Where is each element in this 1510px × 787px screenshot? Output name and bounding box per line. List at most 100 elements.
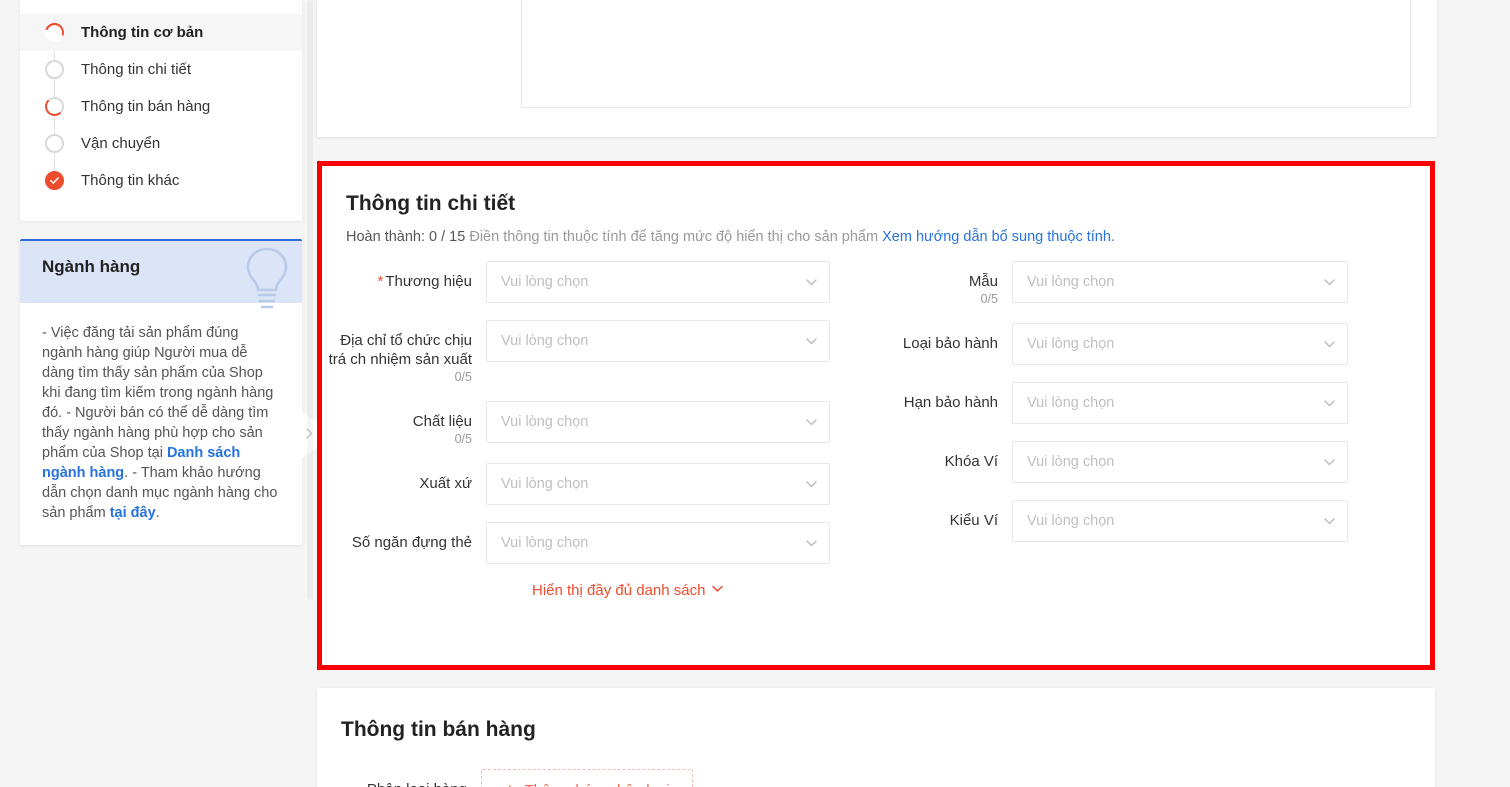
description-textarea[interactable] [521,0,1411,108]
field-label: Hạn bảo hành [903,394,998,411]
field-char-count: 0/5 [454,432,472,446]
chevron-down-icon [805,416,818,429]
select-placeholder: Vui lòng chọn [1027,336,1115,352]
field-chat-lieu: Chất liệu 0/5 Vui lòng chọn [322,401,876,446]
chevron-down-icon [711,582,724,599]
field-label-wrap: Mẫu 0/5 [876,261,1012,306]
select-han-bao-hanh[interactable]: Vui lòng chọn [1012,382,1348,424]
step-label: Thông tin khác [81,172,180,189]
step-status-empty-icon [45,60,64,79]
attribute-column-left: * Thương hiệu Vui lòng chọn Địa chỉ tổ c… [322,261,876,600]
chevron-down-icon [1323,515,1336,528]
tip-paragraph-2-post: . [124,465,129,481]
step-status-partial-icon [41,19,68,46]
select-placeholder: Vui lòng chọn [501,274,589,290]
select-so-ngan-dung-the[interactable]: Vui lòng chọn [486,522,830,564]
field-so-ngan-dung-the: Số ngăn đựng thẻ Vui lòng chọn [322,522,876,564]
step-label: Thông tin chi tiết [81,61,192,78]
field-char-count: 0/5 [454,370,472,384]
completion-count: Hoàn thành: 0 / 15 [346,229,466,245]
step-label: Thông tin cơ bản [81,24,204,41]
page-title: Thông tin chi tiết [346,192,516,215]
add-group-label: Thêm nhóm phân loại [525,782,670,787]
completion-status: Hoàn thành: 0 / 15 Điền thông tin thuộc … [322,229,1430,245]
field-label: Địa chỉ tổ chức chịu trá ch nhiệm sản xu… [328,332,472,368]
field-thuong-hieu: * Thương hiệu Vui lòng chọn [322,261,876,303]
field-label: Kiểu Ví [949,512,998,529]
sales-information-card: Thông tin bán hàng Phân loại hàng + Thêm… [317,688,1435,787]
attribute-guide-link[interactable]: Xem hướng dẫn bổ sung thuộc tính. [882,229,1115,245]
sidebar-step-van-chuyen[interactable]: Vận chuyển [20,125,302,162]
sidebar-step-thong-tin-ban-hang[interactable]: Thông tin bán hàng [20,88,302,125]
sidebar-step-thong-tin-co-ban[interactable]: Thông tin cơ bản [20,14,302,51]
attribute-column-right: Mẫu 0/5 Vui lòng chọn Loại bảo hành Vui … [876,261,1430,600]
completion-hint: Điền thông tin thuộc tính để tăng mức độ… [465,229,883,245]
here-link[interactable]: tại đây [110,505,156,521]
field-label-wrap: * Thương hiệu [322,261,486,291]
select-chat-lieu[interactable]: Vui lòng chọn [486,401,830,443]
select-xuat-xu[interactable]: Vui lòng chọn [486,463,830,505]
chevron-down-icon [1323,338,1336,351]
field-xuat-xu: Xuất xứ Vui lòng chọn [322,463,876,505]
step-navigation-card: Thông tin cơ bản Thông tin chi tiết Thôn… [20,0,302,221]
select-placeholder: Vui lòng chọn [1027,513,1115,529]
field-char-count: 0/5 [980,292,998,306]
step-status-empty-icon [45,134,64,153]
product-edit-page: Thông tin cơ bản Thông tin chi tiết Thôn… [0,0,1510,787]
select-mau[interactable]: Vui lòng chọn [1012,261,1348,303]
field-label: Chất liệu [412,413,472,430]
chevron-down-icon [805,537,818,550]
select-placeholder: Vui lòng chọn [1027,395,1115,411]
chevron-down-icon [805,276,818,289]
field-label: Thương hiệu [385,273,472,290]
field-label-wrap: Xuất xứ [322,463,486,493]
show-all-attributes-button[interactable]: Hiển thị đầy đủ danh sách [532,582,724,599]
field-label: Số ngăn đựng thẻ [351,534,472,551]
select-kieu-vi[interactable]: Vui lòng chọn [1012,500,1348,542]
sidebar-scrollbar[interactable] [307,0,313,787]
field-khoa-vi: Khóa Ví Vui lòng chọn [876,441,1430,483]
field-label-wrap: Khóa Ví [876,441,1012,471]
select-dia-chi-to-chuc[interactable]: Vui lòng chọn [486,320,830,362]
select-placeholder: Vui lòng chọn [501,535,589,551]
sidebar-step-thong-tin-khac[interactable]: Thông tin khác [20,162,302,199]
detail-section-highlight: Thông tin chi tiết Hoàn thành: 0 / 15 Đi… [317,161,1435,670]
tip-paragraph-3-post: . [155,505,160,521]
lightbulb-icon [236,243,298,320]
main-content: Thông tin chi tiết Hoàn thành: 0 / 15 Đi… [317,0,1437,787]
tip-card-header: Ngành hàng [20,241,302,309]
plus-icon: + [504,781,515,787]
add-variation-group-button[interactable]: + Thêm nhóm phân loại [481,769,693,787]
left-sidebar: Thông tin cơ bản Thông tin chi tiết Thôn… [20,0,317,545]
field-kieu-vi: Kiểu Ví Vui lòng chọn [876,500,1430,542]
variation-row: Phân loại hàng + Thêm nhóm phân loại [317,769,1435,787]
step-list: Thông tin cơ bản Thông tin chi tiết Thôn… [20,14,302,199]
category-tip-card: Ngành hàng - Việc đăng tải sản phẩm đúng… [20,239,302,545]
field-label-wrap: Phân loại hàng [317,769,481,787]
field-han-bao-hanh: Hạn bảo hành Vui lòng chọn [876,382,1430,424]
step-label: Thông tin bán hàng [81,98,211,115]
field-label-wrap: Loại bảo hành [876,323,1012,353]
field-label: Phân loại hàng [317,780,467,787]
select-thuong-hieu[interactable]: Vui lòng chọn [486,261,830,303]
select-placeholder: Vui lòng chọn [501,414,589,430]
field-dia-chi-to-chuc: Địa chỉ tổ chức chịu trá ch nhiệm sản xu… [322,320,876,384]
select-placeholder: Vui lòng chọn [501,333,589,349]
required-asterisk: * [377,273,384,290]
field-label-wrap: Địa chỉ tổ chức chịu trá ch nhiệm sản xu… [322,320,486,384]
select-loai-bao-hanh[interactable]: Vui lòng chọn [1012,323,1348,365]
scrollbar-thumb[interactable] [307,0,313,600]
step-status-partial-icon [45,97,64,116]
field-label: Loại bảo hành [902,335,998,352]
detail-information-card: Thông tin chi tiết Hoàn thành: 0 / 15 Đi… [322,166,1430,665]
select-placeholder: Vui lòng chọn [1027,454,1115,470]
select-khoa-vi[interactable]: Vui lòng chọn [1012,441,1348,483]
sales-section-title: Thông tin bán hàng [341,718,536,741]
chevron-down-icon [1323,397,1336,410]
show-all-label: Hiển thị đầy đủ danh sách [532,582,706,599]
sidebar-step-thong-tin-chi-tiet[interactable]: Thông tin chi tiết [20,51,302,88]
field-label: Khóa Ví [944,453,998,470]
field-label-wrap: Hạn bảo hành [876,382,1012,412]
field-label: Mẫu [968,273,998,290]
field-label: Xuất xứ [419,475,472,492]
